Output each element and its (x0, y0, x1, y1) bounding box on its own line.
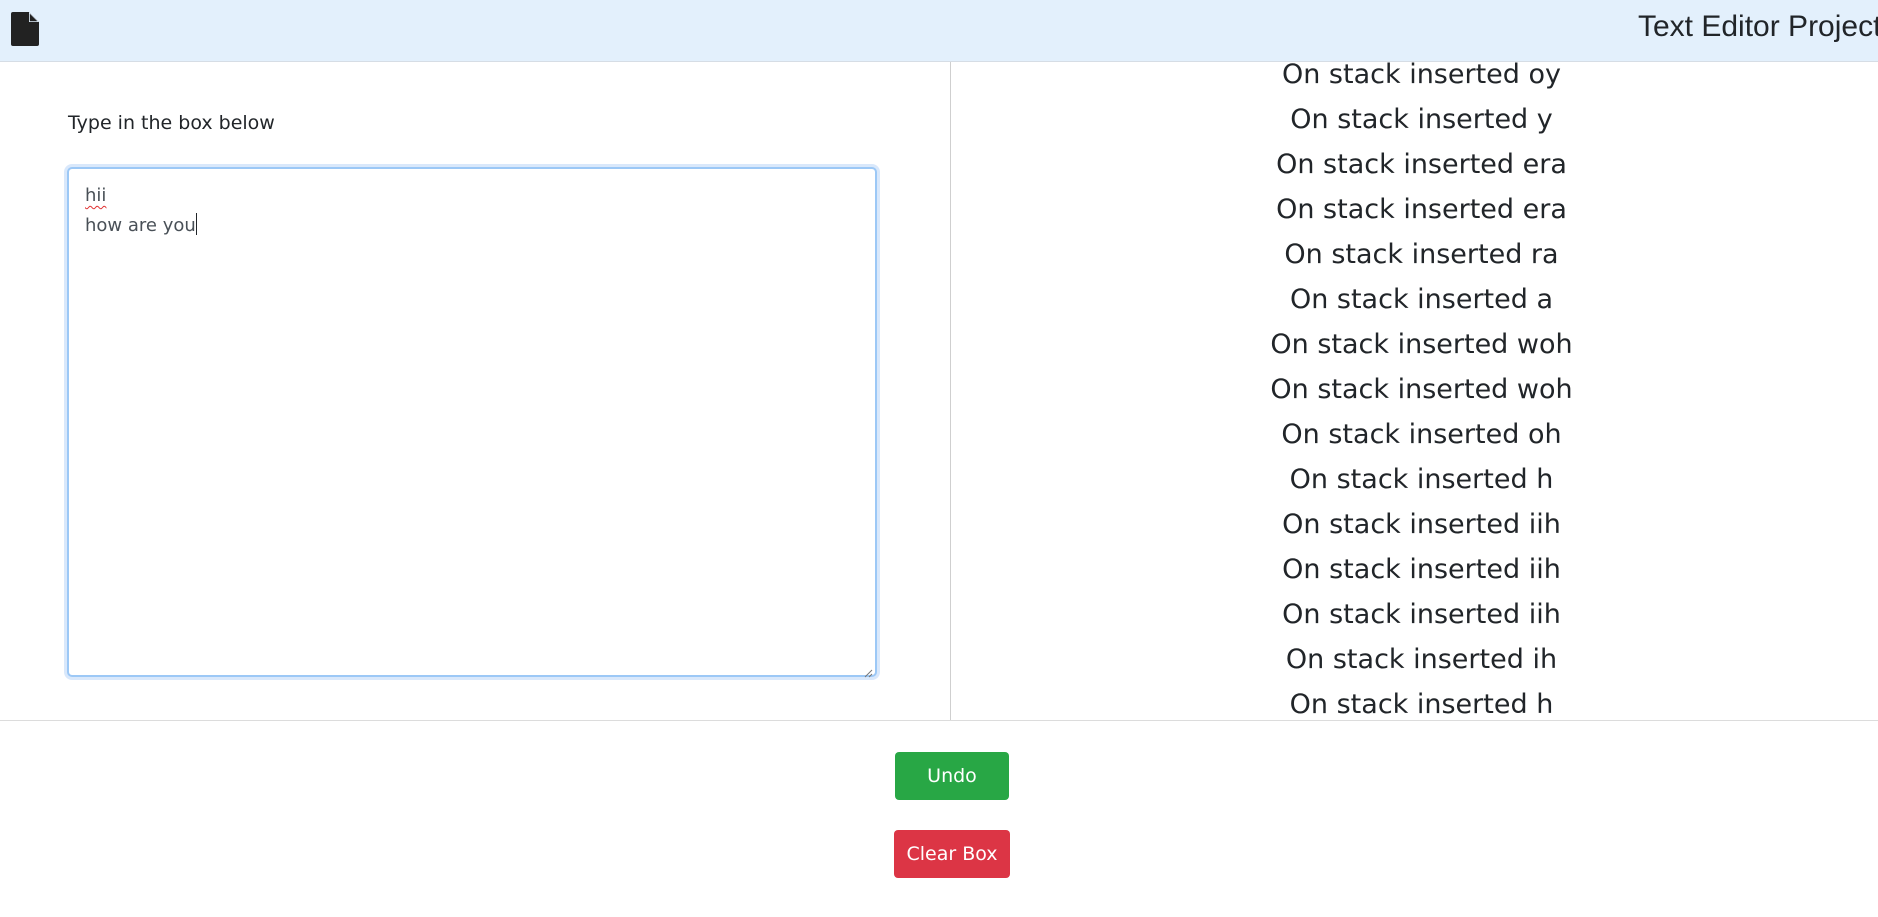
stack-log-item: On stack inserted era (1276, 194, 1567, 225)
navbar: Text Editor Project (0, 0, 1878, 62)
stack-log-item: On stack inserted iih (1282, 554, 1561, 585)
clear-box-button[interactable]: Clear Box (894, 830, 1010, 878)
stack-log-list: On stack inserted oy On stack inserted y… (952, 62, 1878, 720)
stack-log-item: On stack inserted oy (1281, 62, 1562, 90)
stack-log-item: On stack inserted era (1276, 149, 1567, 180)
editor-label: Type in the box below (68, 112, 275, 134)
stack-log-item: On stack inserted woh (1270, 374, 1573, 405)
stack-log-item: On stack inserted ih (1285, 644, 1558, 675)
stack-log-item: On stack inserted h (1289, 464, 1554, 495)
section-divider (0, 720, 1878, 721)
stack-log-item: On stack inserted iih (1282, 599, 1561, 630)
stack-log-item: On stack inserted woh (1270, 329, 1573, 360)
text-editor-textarea[interactable]: hii how are you (67, 167, 877, 678)
stack-log-item: On stack inserted h (1289, 689, 1554, 720)
text-caret (195, 213, 197, 235)
stack-log-item: On stack inserted y (1290, 104, 1553, 135)
app-title[interactable]: Text Editor Project (1638, 10, 1878, 44)
stack-log-item: On stack inserted ra (1284, 239, 1559, 270)
editor-content[interactable]: hii how are you (85, 181, 197, 241)
undo-button[interactable]: Undo (895, 752, 1009, 800)
resize-handle-icon[interactable] (863, 663, 873, 678)
editor-line: hii (85, 185, 107, 206)
editor-line: how are you (85, 215, 196, 236)
editor-pane: Type in the box below hii how are you (0, 62, 951, 720)
editor-line-wrap: how are you (85, 211, 197, 241)
stack-log-item: On stack inserted iih (1282, 509, 1561, 540)
stack-log-pane[interactable]: On stack inserted oy On stack inserted y… (952, 62, 1878, 720)
file-icon[interactable] (11, 12, 41, 46)
stack-log-item: On stack inserted a (1289, 284, 1554, 315)
stack-log-item: On stack inserted oh (1281, 419, 1562, 450)
